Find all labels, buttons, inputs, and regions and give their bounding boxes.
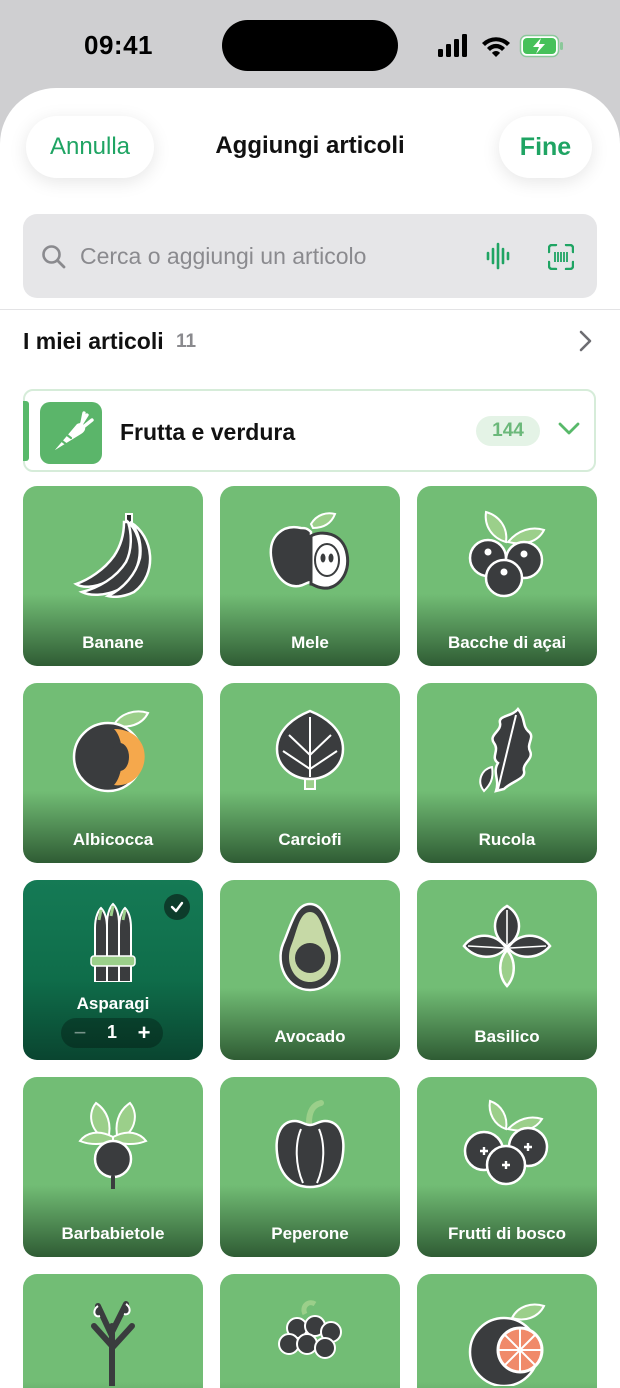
asparagus-icon xyxy=(90,902,136,982)
item-label: Asparagi xyxy=(76,994,150,1013)
item-tile-blackberry[interactable] xyxy=(220,1274,400,1388)
voice-input-icon[interactable] xyxy=(486,242,512,270)
category-count-badge: 144 xyxy=(476,416,540,446)
item-tile-artichokes[interactable]: Carciofi xyxy=(220,683,400,863)
item-tile-bananas[interactable]: Banane xyxy=(23,486,203,666)
item-label: Barbabietole xyxy=(61,1224,165,1243)
dynamic-island xyxy=(222,20,398,71)
decrease-quantity-button[interactable]: − xyxy=(65,1018,95,1048)
divider xyxy=(0,309,620,310)
item-label: Banane xyxy=(82,633,144,652)
banana-icon xyxy=(73,513,152,598)
done-button[interactable]: Fine xyxy=(499,116,592,178)
item-label: Mele xyxy=(291,633,329,652)
item-tile-apricot[interactable]: Albicocca xyxy=(23,683,203,863)
acai-berries-icon xyxy=(468,510,546,598)
quantity-value: 1 xyxy=(106,1022,117,1042)
berries-icon xyxy=(463,1099,549,1186)
apple-icon xyxy=(269,512,350,590)
carrot-icon xyxy=(40,402,102,464)
item-label: Carciofi xyxy=(278,830,342,849)
item-label: Basilico xyxy=(474,1027,540,1046)
cellular-signal-icon xyxy=(438,34,467,57)
grapefruit-icon xyxy=(468,1303,546,1386)
selected-check-icon xyxy=(164,894,190,920)
item-label: Bacche di açai xyxy=(447,633,567,652)
basil-icon xyxy=(462,904,552,988)
item-tile-beetroot[interactable]: Barbabietole xyxy=(23,1077,203,1257)
item-tile-arugula[interactable]: Rucola xyxy=(417,683,597,863)
chevron-right-icon xyxy=(579,330,592,352)
item-tile-apples[interactable]: Mele xyxy=(220,486,400,666)
category-header-fruits-vegetables[interactable]: Frutta e verdura 144 xyxy=(23,389,596,472)
chevron-down-icon[interactable] xyxy=(558,422,580,436)
item-tile-asparagus-selected[interactable]: Asparagi − 1 + xyxy=(23,880,203,1060)
item-label: Albicocca xyxy=(72,830,154,849)
item-tile-acai-berries[interactable]: Bacche di açai xyxy=(417,486,597,666)
item-label: Avocado xyxy=(274,1027,346,1046)
my-items-label: I miei articoli xyxy=(23,328,164,354)
barcode-scan-icon[interactable] xyxy=(548,244,574,270)
blackberry-icon xyxy=(278,1300,342,1359)
apricot-icon xyxy=(72,710,150,793)
arugula-icon xyxy=(479,706,533,793)
item-tile-grapefruit[interactable] xyxy=(417,1274,597,1388)
item-tile-bell-pepper[interactable]: Peperone xyxy=(220,1077,400,1257)
increase-quantity-button[interactable]: + xyxy=(129,1018,159,1048)
quantity-stepper[interactable]: − 1 + xyxy=(61,1018,163,1048)
item-tile-basil[interactable]: Basilico xyxy=(417,880,597,1060)
beetroot-icon xyxy=(78,1101,148,1189)
item-label: Rucola xyxy=(478,830,536,849)
bell-pepper-icon xyxy=(275,1100,345,1189)
herb-icon xyxy=(91,1301,135,1386)
artichoke-icon xyxy=(275,709,345,790)
item-label: Peperone xyxy=(271,1224,349,1243)
search-bar[interactable] xyxy=(23,214,597,298)
status-icons xyxy=(438,34,563,58)
item-tile-berries[interactable]: Frutti di bosco xyxy=(417,1077,597,1257)
item-tile-herb[interactable] xyxy=(23,1274,203,1388)
add-items-sheet: Annulla Aggiungi articoli Fine Cerca o a… xyxy=(0,88,620,1388)
wifi-icon xyxy=(482,37,510,57)
status-bar: 09:41 xyxy=(0,0,620,90)
battery-charging-icon xyxy=(519,34,563,58)
avocado-icon xyxy=(279,902,341,992)
my-items-count: 11 xyxy=(176,331,197,352)
status-time: 09:41 xyxy=(84,30,153,60)
search-input[interactable] xyxy=(80,236,460,276)
item-label: Frutti di bosco xyxy=(447,1224,567,1243)
my-items-row[interactable]: I miei articoli 11 xyxy=(23,328,597,358)
search-icon xyxy=(42,245,66,269)
category-label: Frutta e verdura xyxy=(120,419,296,445)
item-tile-avocado[interactable]: Avocado xyxy=(220,880,400,1060)
